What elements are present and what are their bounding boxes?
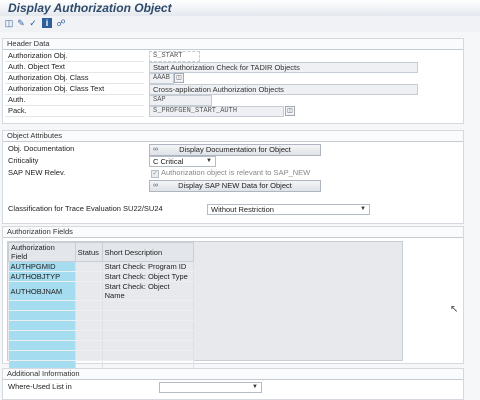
sapnew-checkbox[interactable]: ✓ xyxy=(151,170,159,178)
auth-obj-class-field[interactable]: AAAB xyxy=(149,73,174,84)
glasses-icon: ∞ xyxy=(153,182,158,189)
criticality-select[interactable]: C Critical ▼ xyxy=(149,156,216,167)
table-row-empty xyxy=(8,300,195,311)
auth-obj-class-text-label: Authorization Obj. Class Text xyxy=(5,84,144,95)
table-row[interactable]: AUTHOBJNAM Start Check: Object Name xyxy=(8,281,195,301)
display-documentation-button[interactable]: ∞ Display Documentation for Object xyxy=(149,144,321,156)
button-label: Display Documentation for Object xyxy=(179,145,291,154)
object-attributes-section: Object Attributes Obj. Documentation ∞ D… xyxy=(2,130,464,224)
column-header-description[interactable]: Short Description xyxy=(101,242,195,262)
package-label: Pack. xyxy=(5,106,144,117)
auth-field[interactable]: SAP xyxy=(149,95,212,106)
table-row[interactable]: AUTHOBJTYP Start Check: Object Type xyxy=(8,271,195,282)
copy-icon[interactable]: ◫ xyxy=(174,73,184,83)
info-icon[interactable]: i xyxy=(42,18,52,28)
cell-description: Start Check: Object Type xyxy=(102,271,195,282)
fields-table: Authorization Field Status Short Descrip… xyxy=(8,242,195,371)
sapnew-checkbox-label: Authorization object is relevant to SAP_… xyxy=(161,168,311,177)
section-title: Additional Information xyxy=(3,369,463,380)
classification-label: Classification for Trace Evaluation SU22… xyxy=(8,204,163,213)
cell-status xyxy=(75,261,103,272)
authorization-fields-section: Authorization Fields Authorization Field… xyxy=(2,226,464,371)
chevron-down-icon: ▼ xyxy=(206,158,212,164)
section-title: Header Data xyxy=(3,39,463,50)
auth-label: Auth. xyxy=(5,95,144,106)
cell-field[interactable]: AUTHPGMID xyxy=(8,261,76,272)
criticality-value: C Critical xyxy=(153,157,184,166)
display-sapnew-button[interactable]: ∞ Display SAP NEW Data for Object xyxy=(149,180,321,192)
section-title: Authorization Fields xyxy=(3,227,463,238)
chevron-down-icon: ▼ xyxy=(252,384,258,390)
obj-doc-label: Obj. Documentation xyxy=(8,144,75,153)
table-row-empty xyxy=(8,320,195,331)
check-icon[interactable]: ✓ xyxy=(28,18,38,28)
display-change-icon[interactable]: ◫ xyxy=(4,18,14,28)
where-used-select[interactable]: ▼ xyxy=(159,382,262,393)
button-label: Display SAP NEW Data for Object xyxy=(178,181,292,190)
sapnew-label: SAP NEW Relev. xyxy=(8,168,66,177)
auth-obj-class-label: Authorization Obj. Class xyxy=(5,73,144,84)
cell-status xyxy=(75,271,103,282)
auth-obj-field[interactable]: S_START xyxy=(149,51,200,62)
cell-status xyxy=(75,281,103,301)
column-header-field[interactable]: Authorization Field xyxy=(8,242,76,262)
mouse-cursor-icon: ↖ xyxy=(450,304,459,315)
cell-field[interactable]: AUTHOBJNAM xyxy=(8,281,76,301)
criticality-label: Criticality xyxy=(8,156,39,165)
table-row-empty xyxy=(8,330,195,341)
table-row-empty xyxy=(8,350,195,361)
section-title: Object Attributes xyxy=(3,131,463,142)
copy-icon[interactable]: ◫ xyxy=(285,106,295,116)
table-row-empty xyxy=(8,340,195,351)
title-bar: Display Authorization Object xyxy=(0,0,480,17)
cell-description: Start Check: Object Name xyxy=(102,281,195,301)
auth-obj-class-text-field[interactable]: Cross-application Authorization Objects xyxy=(149,84,418,95)
table-row[interactable]: AUTHPGMID Start Check: Program ID xyxy=(8,261,195,272)
cell-field[interactable]: AUTHOBJTYP xyxy=(8,271,76,282)
where-used-label: Where-Used List in xyxy=(8,382,72,391)
cell-description: Start Check: Program ID xyxy=(102,261,195,272)
classification-select[interactable]: Without Restriction ▼ xyxy=(207,204,370,215)
column-header-status[interactable]: Status xyxy=(74,242,103,262)
page-title: Display Authorization Object xyxy=(8,1,172,15)
table-header-row: Authorization Field Status Short Descrip… xyxy=(8,242,195,262)
glasses-icon: ∞ xyxy=(153,146,158,153)
table-row-empty xyxy=(8,310,195,321)
chevron-down-icon: ▼ xyxy=(360,206,366,212)
fields-table-container: Authorization Field Status Short Descrip… xyxy=(7,241,403,371)
classification-value: Without Restriction xyxy=(211,205,274,214)
other-object-icon[interactable]: ✎ xyxy=(16,18,26,28)
additional-info-section: Additional Information Where-Used List i… xyxy=(2,368,464,400)
where-used-icon[interactable]: ☍ xyxy=(56,18,66,28)
auth-obj-label: Authorization Obj. xyxy=(5,51,144,62)
package-field[interactable]: S_PROFGEN_START_AUTH xyxy=(149,106,284,117)
application-toolbar: ◫ ✎ ✓ i ☍ xyxy=(0,16,480,32)
auth-obj-text-field[interactable]: Start Authorization Check for TADIR Obje… xyxy=(149,62,418,73)
header-data-section: Header Data Authorization Obj. S_START A… xyxy=(2,38,464,124)
auth-obj-text-label: Auth. Object Text xyxy=(5,62,144,73)
